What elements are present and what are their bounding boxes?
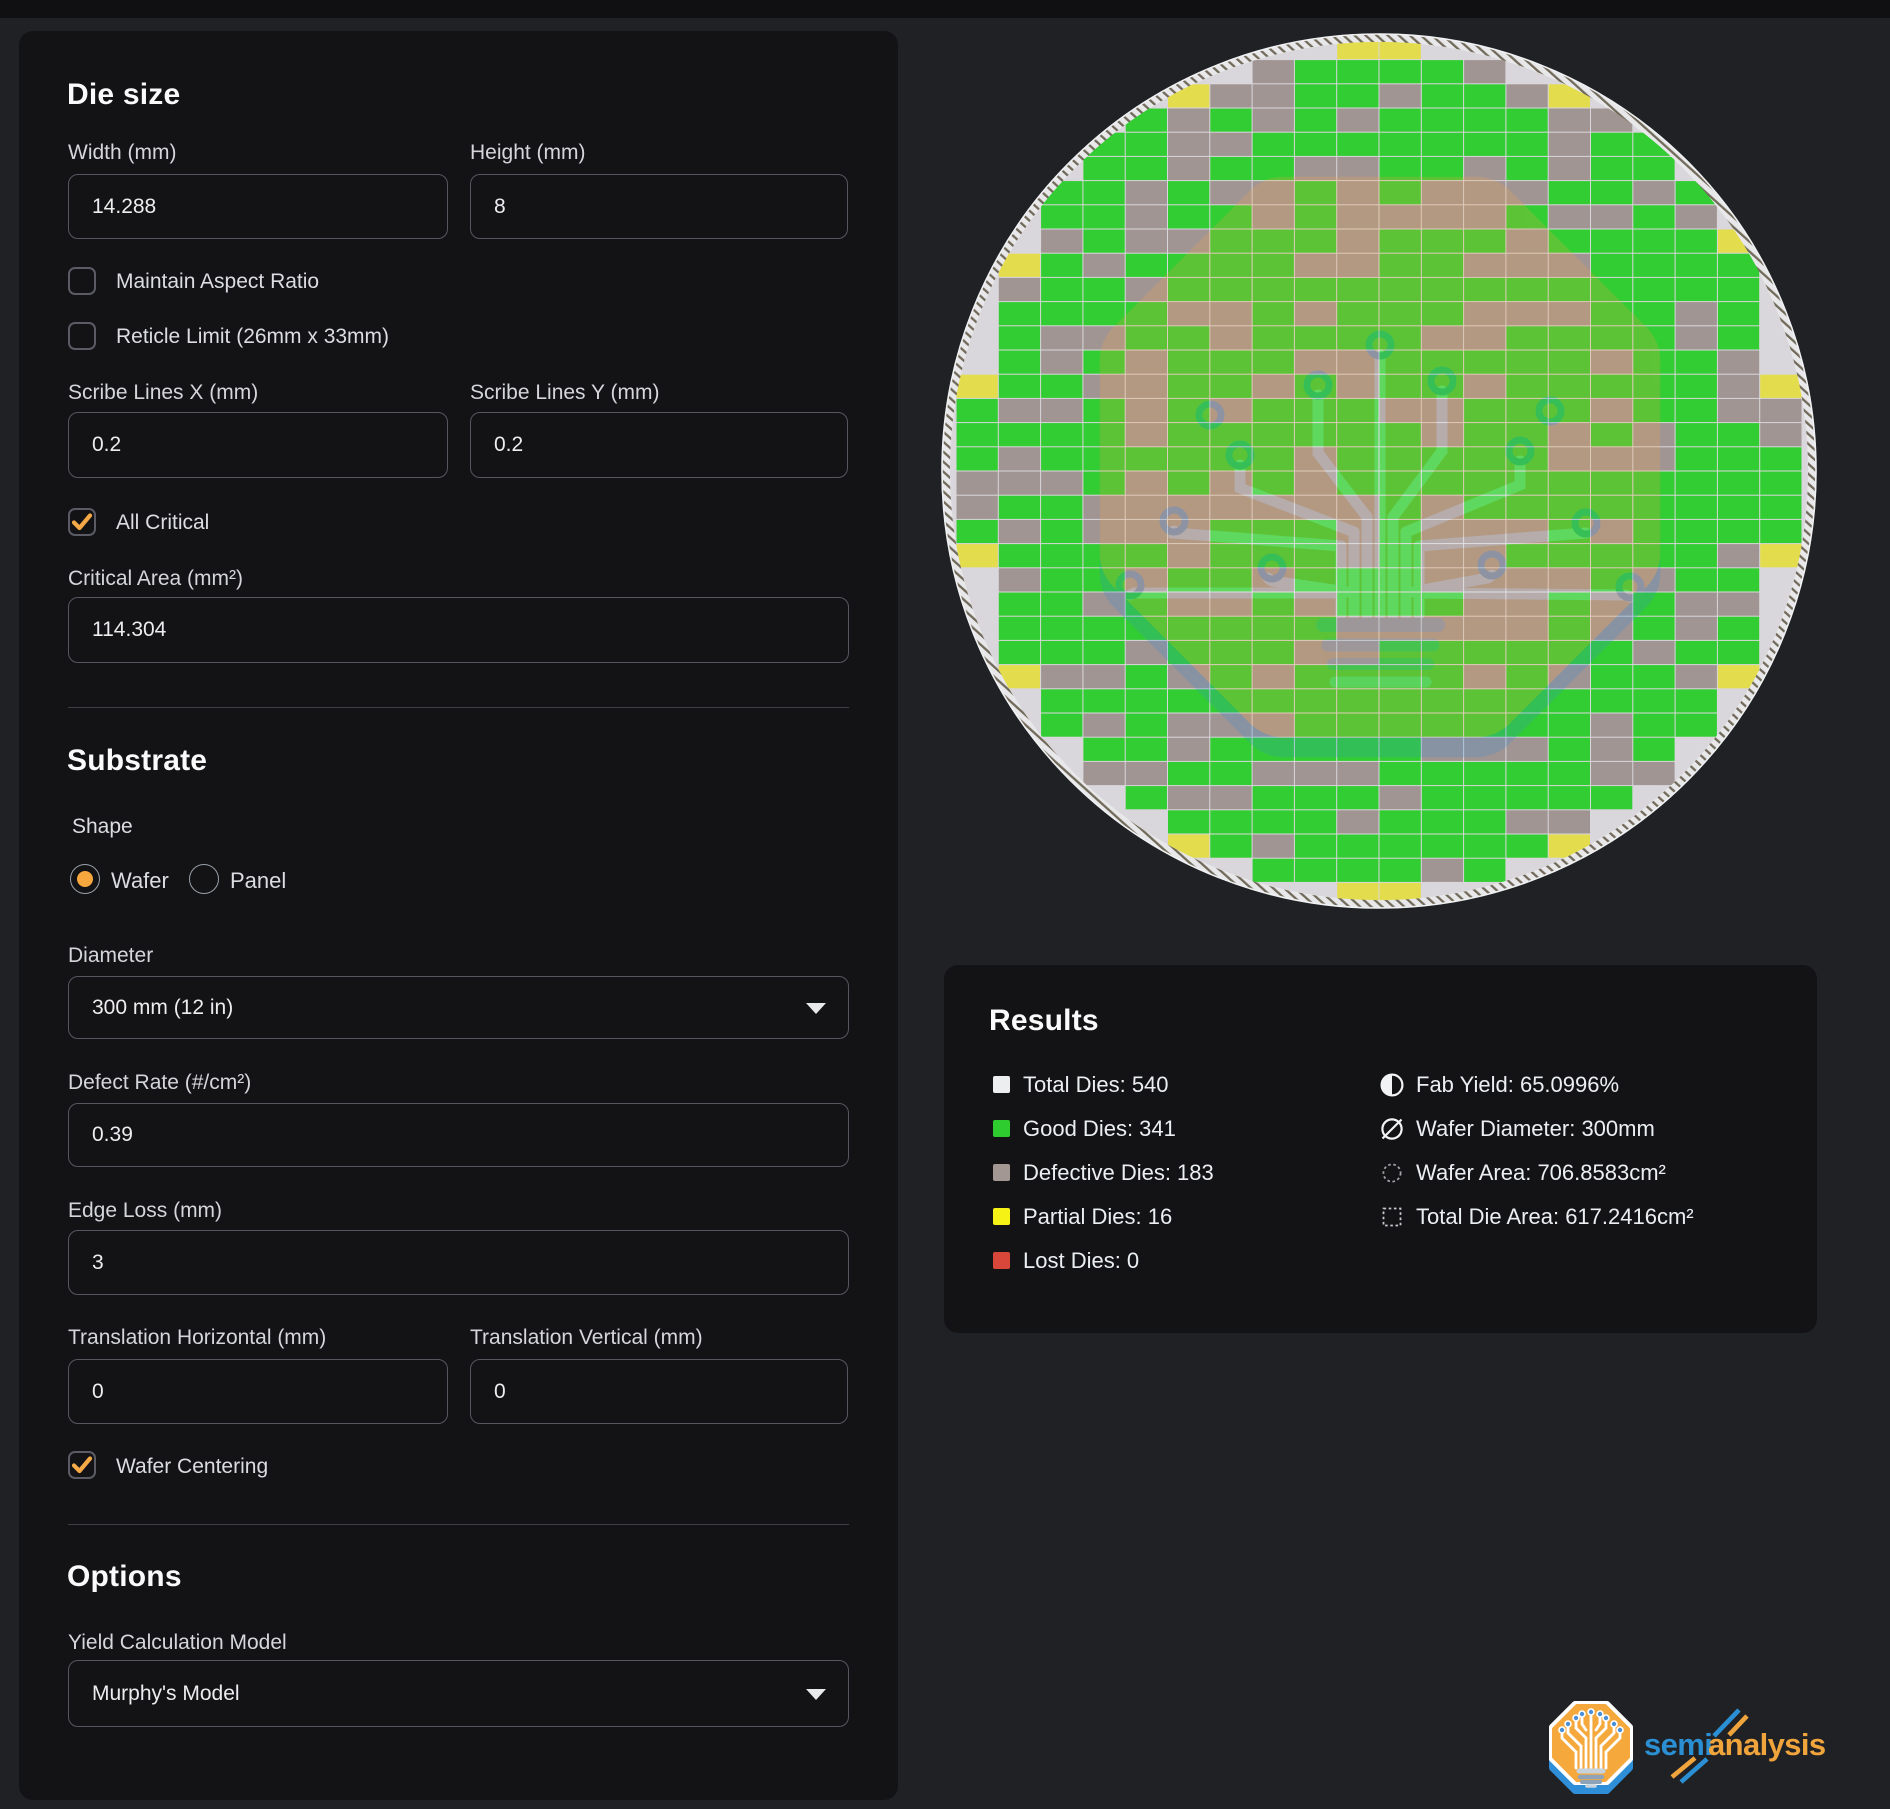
svg-text:analysis: analysis bbox=[1708, 1727, 1826, 1762]
svg-text:semi: semi bbox=[1644, 1727, 1712, 1762]
